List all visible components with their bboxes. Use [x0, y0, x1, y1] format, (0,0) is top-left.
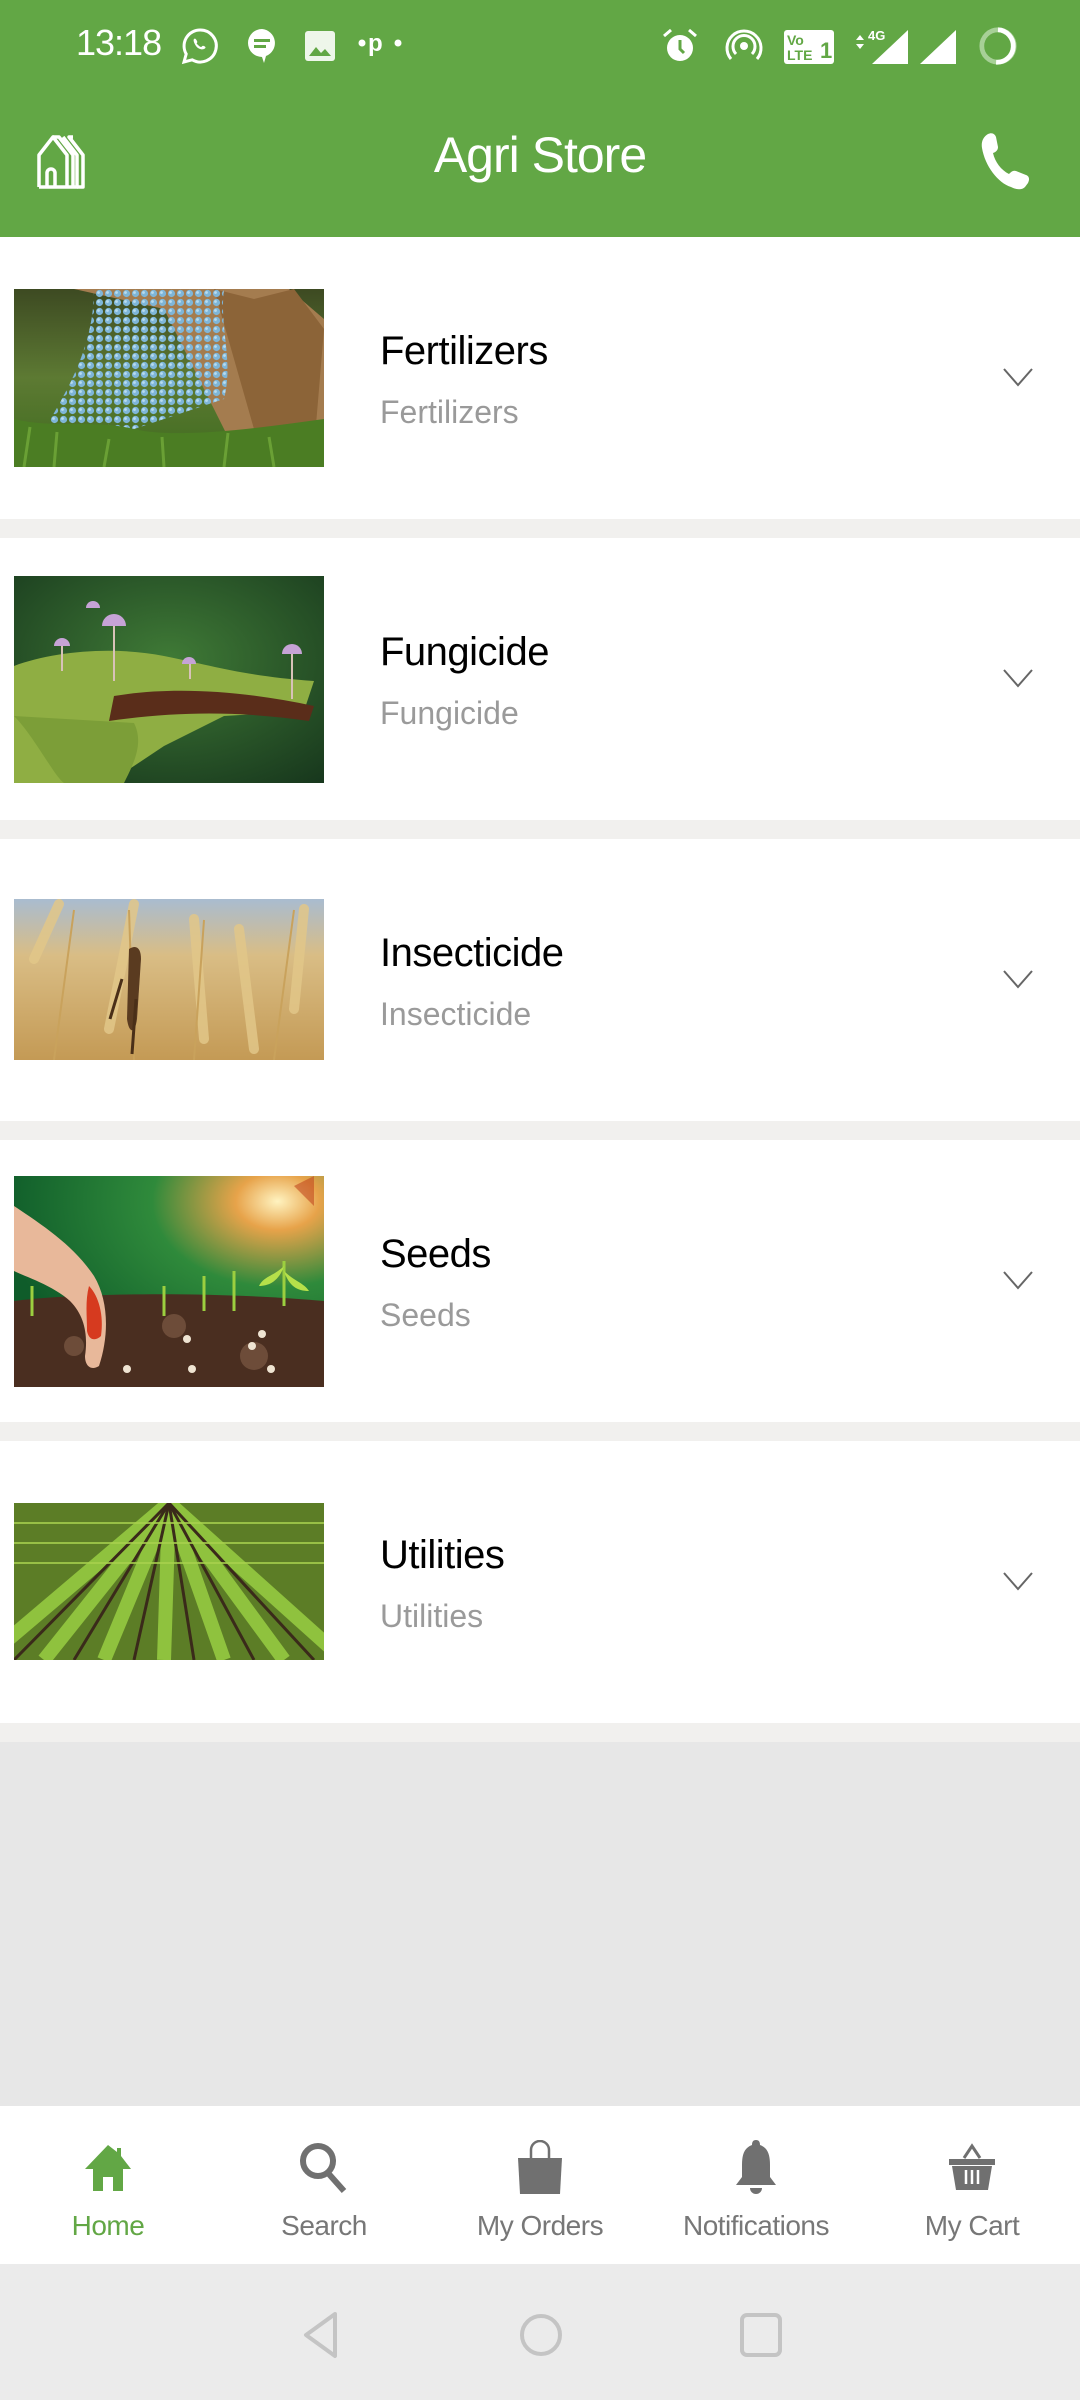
gallery-icon: [300, 26, 340, 66]
bell-icon: [726, 2136, 786, 2198]
category-list: Fertilizers Fertilizers Fungicide Fungic…: [0, 237, 1080, 1742]
signal-icon: [918, 26, 958, 66]
home-icon: [78, 2136, 138, 2198]
app-header: Agri Store: [0, 88, 1080, 237]
category-title: Seeds: [380, 1232, 491, 1276]
basket-icon: [942, 2136, 1002, 2198]
nav-home[interactable]: Home: [0, 2106, 216, 2264]
hotspot-icon: [724, 26, 764, 66]
call-button[interactable]: [970, 128, 1046, 198]
recents-icon: [740, 2313, 782, 2357]
category-title: Fertilizers: [380, 329, 548, 373]
mushrooms-on-moss-image: [14, 576, 324, 783]
nav-label: My Cart: [924, 2210, 1020, 2241]
svg-text:4G: 4G: [868, 28, 885, 43]
divider: [0, 820, 1080, 839]
signal-4g-icon: 4G: [852, 26, 912, 66]
volte-icon: Vo LTE 1: [784, 26, 834, 66]
divider: [0, 519, 1080, 538]
back-button[interactable]: [296, 2310, 346, 2360]
svg-text:Vo: Vo: [787, 32, 804, 48]
divider: [0, 1723, 1080, 1742]
battery-icon: [978, 26, 1018, 66]
category-title: Utilities: [380, 1533, 505, 1577]
category-row-fungicide[interactable]: Fungicide Fungicide: [0, 538, 1080, 820]
divider: [0, 1121, 1080, 1140]
phone-icon: [980, 132, 1036, 195]
nav-label: Notifications: [682, 2210, 830, 2241]
fertilizer-granules-image: [14, 289, 324, 467]
nav-label: My Orders: [476, 2210, 604, 2241]
status-time: 13:18: [76, 22, 162, 63]
system-navigation-bar: [0, 2264, 1080, 2400]
bottom-navigation: Home Search My Orders Notifications My C…: [0, 2106, 1080, 2264]
back-icon: [304, 2312, 337, 2358]
category-title: Insecticide: [380, 931, 564, 975]
category-title: Fungicide: [380, 630, 549, 674]
svg-text:LTE: LTE: [787, 47, 812, 63]
whatsapp-icon: [180, 26, 220, 66]
nav-notifications[interactable]: Notifications: [648, 2106, 864, 2264]
page-title: Agri Store: [433, 127, 647, 183]
category-row-utilities[interactable]: Utilities Utilities: [0, 1441, 1080, 1723]
chevron-down-icon[interactable]: [1002, 1570, 1034, 1592]
category-row-fertilizers[interactable]: Fertilizers Fertilizers: [0, 237, 1080, 519]
svg-text:1: 1: [820, 38, 832, 63]
home-system-button[interactable]: [516, 2310, 566, 2360]
hand-planting-seeds-image: [14, 1176, 324, 1387]
category-subtitle: Seeds: [380, 1297, 471, 1333]
nav-my-orders[interactable]: My Orders: [432, 2106, 648, 2264]
nav-label: Home: [71, 2210, 145, 2241]
category-subtitle: Insecticide: [380, 996, 532, 1032]
alarm-icon: [660, 26, 700, 66]
category-subtitle: Utilities: [380, 1598, 484, 1634]
shopping-bag-icon: [510, 2136, 570, 2198]
category-row-insecticide[interactable]: Insecticide Insecticide: [0, 839, 1080, 1121]
paytm-icon: p: [358, 26, 404, 66]
chevron-down-icon[interactable]: [1002, 968, 1034, 990]
category-row-seeds[interactable]: Seeds Seeds: [0, 1140, 1080, 1422]
nav-search[interactable]: Search: [216, 2106, 432, 2264]
grasshopper-on-wheat-image: [14, 899, 324, 1060]
crop-rows-field-image: [14, 1503, 324, 1660]
svg-text:p: p: [368, 31, 383, 57]
nav-label: Search: [281, 2210, 367, 2241]
recents-button[interactable]: [736, 2310, 786, 2360]
chevron-down-icon[interactable]: [1002, 1269, 1034, 1291]
chevron-down-icon[interactable]: [1002, 366, 1034, 388]
empty-area: [0, 1742, 1080, 2106]
category-subtitle: Fertilizers: [380, 394, 519, 430]
category-subtitle: Fungicide: [380, 695, 519, 731]
chevron-down-icon[interactable]: [1002, 667, 1034, 689]
status-bar: 13:18 p Vo LTE 1 4G: [0, 0, 1080, 88]
nav-my-cart[interactable]: My Cart: [864, 2106, 1080, 2264]
message-icon: [242, 26, 282, 66]
divider: [0, 1422, 1080, 1441]
home-circle-icon: [520, 2314, 562, 2356]
search-icon: [294, 2136, 354, 2198]
